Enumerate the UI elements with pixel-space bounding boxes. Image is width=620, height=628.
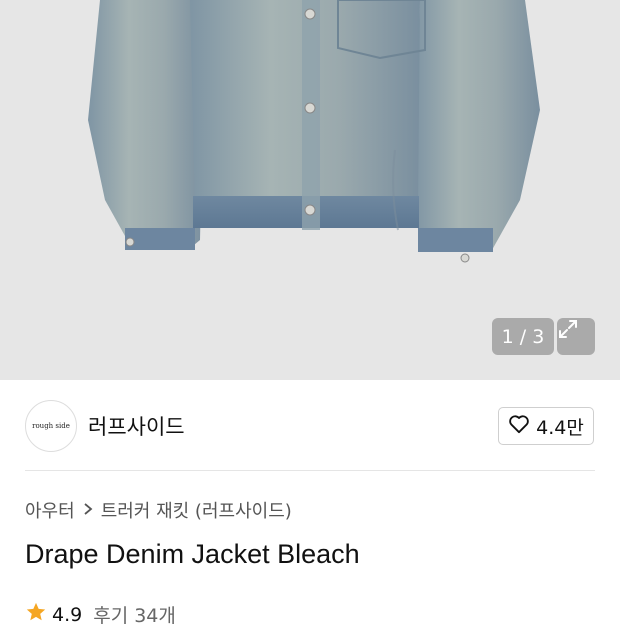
jacket-left-sleeve [88,0,205,250]
jacket-right-sleeve [415,0,540,250]
product-title: Drape Denim Jacket Bleach [25,539,360,569]
brand-name[interactable]: 러프사이드 [88,411,185,441]
breadcrumb: 아우터 트러커 재킷 (러프사이드) [25,497,292,523]
jacket-left-cuff [125,228,195,250]
expand-button[interactable] [557,318,595,355]
jacket-placket [302,0,320,230]
jacket-right-cuff [418,228,493,252]
breadcrumb-category[interactable]: 아우터 [25,497,75,523]
product-image-gallery[interactable]: 1 / 3 [0,0,620,380]
rating-row[interactable]: 4.9 후기 34개 [25,601,176,628]
star-icon [25,601,47,628]
brand-logo[interactable]: rough side [25,400,77,452]
image-counter: 1 / 3 [492,318,554,355]
like-button[interactable]: 4.4만 [498,407,594,445]
review-count[interactable]: 후기 34개 [93,601,176,628]
brand-logo-text: rough side [32,422,70,430]
breadcrumb-subcategory[interactable]: 트러커 재킷 (러프사이드) [101,497,292,523]
heart-icon [508,414,530,439]
rating-score: 4.9 [52,603,83,626]
brand-row: rough side 러프사이드 4.4만 [0,380,620,470]
divider [25,470,595,471]
like-count: 4.4만 [536,416,584,439]
chevron-right-icon [83,500,93,521]
